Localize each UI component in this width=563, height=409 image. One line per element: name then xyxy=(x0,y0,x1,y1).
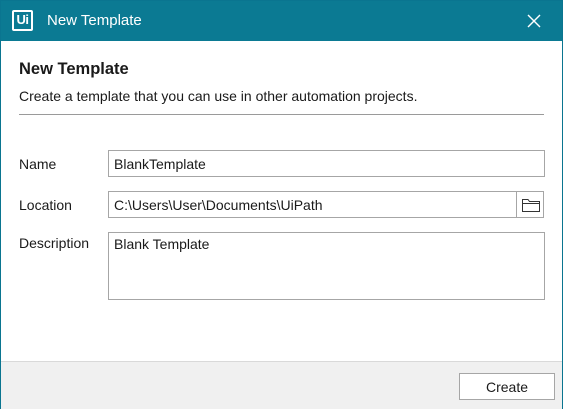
window-title: New Template xyxy=(47,12,142,29)
dialog-subtitle: Create a template that you can use in ot… xyxy=(19,88,418,104)
new-template-dialog: Ui New Template New Template Create a te… xyxy=(0,0,563,409)
location-input[interactable] xyxy=(108,191,517,218)
create-button[interactable]: Create xyxy=(459,373,555,400)
close-icon[interactable] xyxy=(521,9,547,33)
folder-icon xyxy=(522,199,540,212)
description-label: Description xyxy=(19,235,90,251)
uipath-logo-icon: Ui xyxy=(12,10,33,31)
browse-location-button[interactable] xyxy=(516,191,544,218)
name-label: Name xyxy=(19,156,57,172)
location-label: Location xyxy=(19,197,72,213)
dialog-footer: Create xyxy=(1,361,562,409)
header-divider xyxy=(19,114,544,115)
name-input[interactable] xyxy=(108,150,545,177)
dialog-heading: New Template xyxy=(19,60,129,78)
description-textarea[interactable]: Blank Template xyxy=(108,232,545,300)
title-bar: Ui New Template xyxy=(1,1,562,41)
